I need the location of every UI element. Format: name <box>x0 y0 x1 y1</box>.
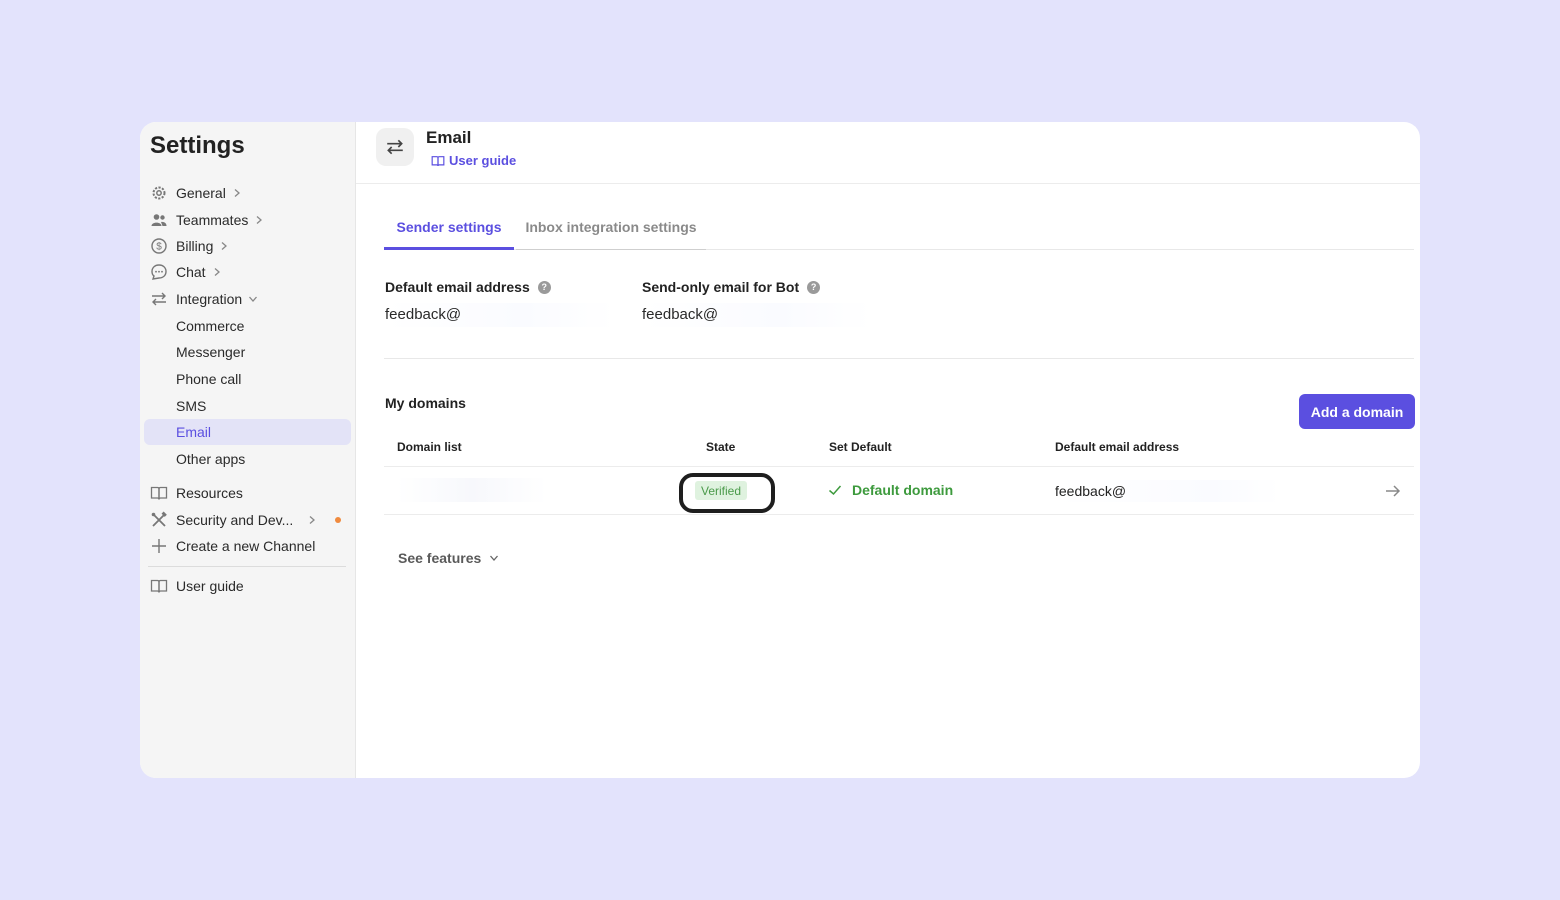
sidebar-item-label: Teammates <box>176 212 249 228</box>
domain-name-cell <box>397 478 547 502</box>
send-only-email-value: feedback@ <box>642 303 872 327</box>
chevron-right-icon <box>212 267 222 277</box>
user-guide-link[interactable]: User guide <box>431 153 516 168</box>
sidebar-item-label: Other apps <box>176 451 246 467</box>
section-divider <box>384 358 1414 359</box>
book-icon <box>431 154 445 168</box>
check-icon <box>828 483 842 497</box>
sidebar-item-integration[interactable]: Integration <box>144 286 351 312</box>
chevron-right-icon <box>219 241 229 251</box>
sidebar-item-other-apps[interactable]: Other apps <box>144 446 351 472</box>
tools-icon <box>150 511 168 529</box>
sidebar-item-label: SMS <box>176 398 207 414</box>
chat-bubble-icon <box>150 263 168 281</box>
default-email-label: Default email address ? <box>385 279 551 295</box>
sidebar-item-general[interactable]: General <box>144 180 351 206</box>
svg-text:$: $ <box>156 242 162 253</box>
sidebar-item-security[interactable]: Security and Dev... <box>144 507 351 533</box>
column-header-set-default: Set Default <box>829 440 892 454</box>
sidebar-item-label: Security and Dev... <box>176 512 294 528</box>
sidebar-item-teammates[interactable]: Teammates <box>144 207 351 233</box>
default-domain-indicator: Default domain <box>828 482 953 498</box>
column-header-default-email: Default email address <box>1055 440 1180 454</box>
sidebar-item-label: Email <box>176 424 212 440</box>
my-domains-title: My domains <box>385 395 466 411</box>
sidebar: Settings General Teammates $ Billing Cha… <box>140 122 356 778</box>
status-badge: Verified <box>695 481 748 500</box>
default-domain-label: Default domain <box>852 482 954 498</box>
swap-arrows-icon <box>376 128 414 166</box>
arrow-right-icon[interactable] <box>1383 481 1403 501</box>
see-features-toggle[interactable]: See features <box>398 550 499 566</box>
people-icon <box>150 211 168 229</box>
book-icon <box>150 577 168 595</box>
sidebar-item-chat[interactable]: Chat <box>144 259 351 285</box>
sidebar-item-billing[interactable]: $ Billing <box>144 233 351 259</box>
sidebar-item-messenger[interactable]: Messenger <box>144 339 351 365</box>
column-header-domain-list: Domain list <box>397 440 462 454</box>
sidebar-item-label: Commerce <box>176 318 245 334</box>
page-header: Email User guide <box>356 122 1420 184</box>
chevron-right-icon <box>307 515 317 525</box>
chevron-down-icon <box>248 294 258 304</box>
send-only-email-label-text: Send-only email for Bot <box>642 279 800 295</box>
sidebar-item-label: Phone call <box>176 371 242 387</box>
chevron-down-icon <box>489 553 499 563</box>
main-content: Email User guide Sender settings Inbox i… <box>356 122 1420 778</box>
sidebar-item-label: User guide <box>176 578 244 594</box>
row-default-email: feedback@ <box>1055 480 1280 502</box>
sidebar-item-sms[interactable]: SMS <box>144 393 351 419</box>
see-features-label: See features <box>398 550 482 566</box>
page-title: Email <box>426 128 472 147</box>
tab-bar: Sender settings Inbox integration settin… <box>384 216 1414 250</box>
sidebar-item-resources[interactable]: Resources <box>144 480 351 506</box>
sidebar-item-label: Resources <box>176 485 243 501</box>
sidebar-item-label: Chat <box>176 264 206 280</box>
sidebar-title: Settings <box>150 132 245 159</box>
sidebar-item-label: Create a new Channel <box>176 538 316 554</box>
table-divider <box>384 514 1414 515</box>
book-icon <box>150 484 168 502</box>
default-email-label-text: Default email address <box>385 279 530 295</box>
sidebar-item-user-guide[interactable]: User guide <box>144 573 351 599</box>
sidebar-item-create-channel[interactable]: Create a new Channel <box>144 533 351 559</box>
sidebar-item-label: General <box>176 185 226 201</box>
dollar-icon: $ <box>150 237 168 255</box>
gear-icon <box>150 184 168 202</box>
table-divider <box>384 466 1414 467</box>
send-only-email-label: Send-only email for Bot ? <box>642 279 821 295</box>
sidebar-item-label: Billing <box>176 238 214 254</box>
help-icon[interactable]: ? <box>807 280 821 294</box>
tab-sender-settings[interactable]: Sender settings <box>384 216 514 250</box>
chevron-right-icon <box>254 215 264 225</box>
add-domain-button[interactable]: Add a domain <box>1299 394 1415 429</box>
column-header-state: State <box>706 440 736 454</box>
sidebar-item-phone-call[interactable]: Phone call <box>144 366 351 392</box>
tab-inbox-integration-settings[interactable]: Inbox integration settings <box>516 216 706 250</box>
sidebar-item-commerce[interactable]: Commerce <box>144 313 351 339</box>
chevron-right-icon <box>232 188 242 198</box>
help-icon[interactable]: ? <box>537 280 551 294</box>
sidebar-item-label: Messenger <box>176 344 246 360</box>
sidebar-item-label: Integration <box>176 291 243 307</box>
sidebar-item-email[interactable]: Email <box>144 419 351 445</box>
notification-dot <box>335 517 341 523</box>
user-guide-label: User guide <box>449 153 517 168</box>
swap-arrows-icon <box>150 290 168 308</box>
sidebar-divider <box>148 566 346 567</box>
plus-icon <box>150 537 168 555</box>
settings-window: Settings General Teammates $ Billing Cha… <box>140 122 1420 778</box>
default-email-value: feedback@ <box>385 303 615 327</box>
